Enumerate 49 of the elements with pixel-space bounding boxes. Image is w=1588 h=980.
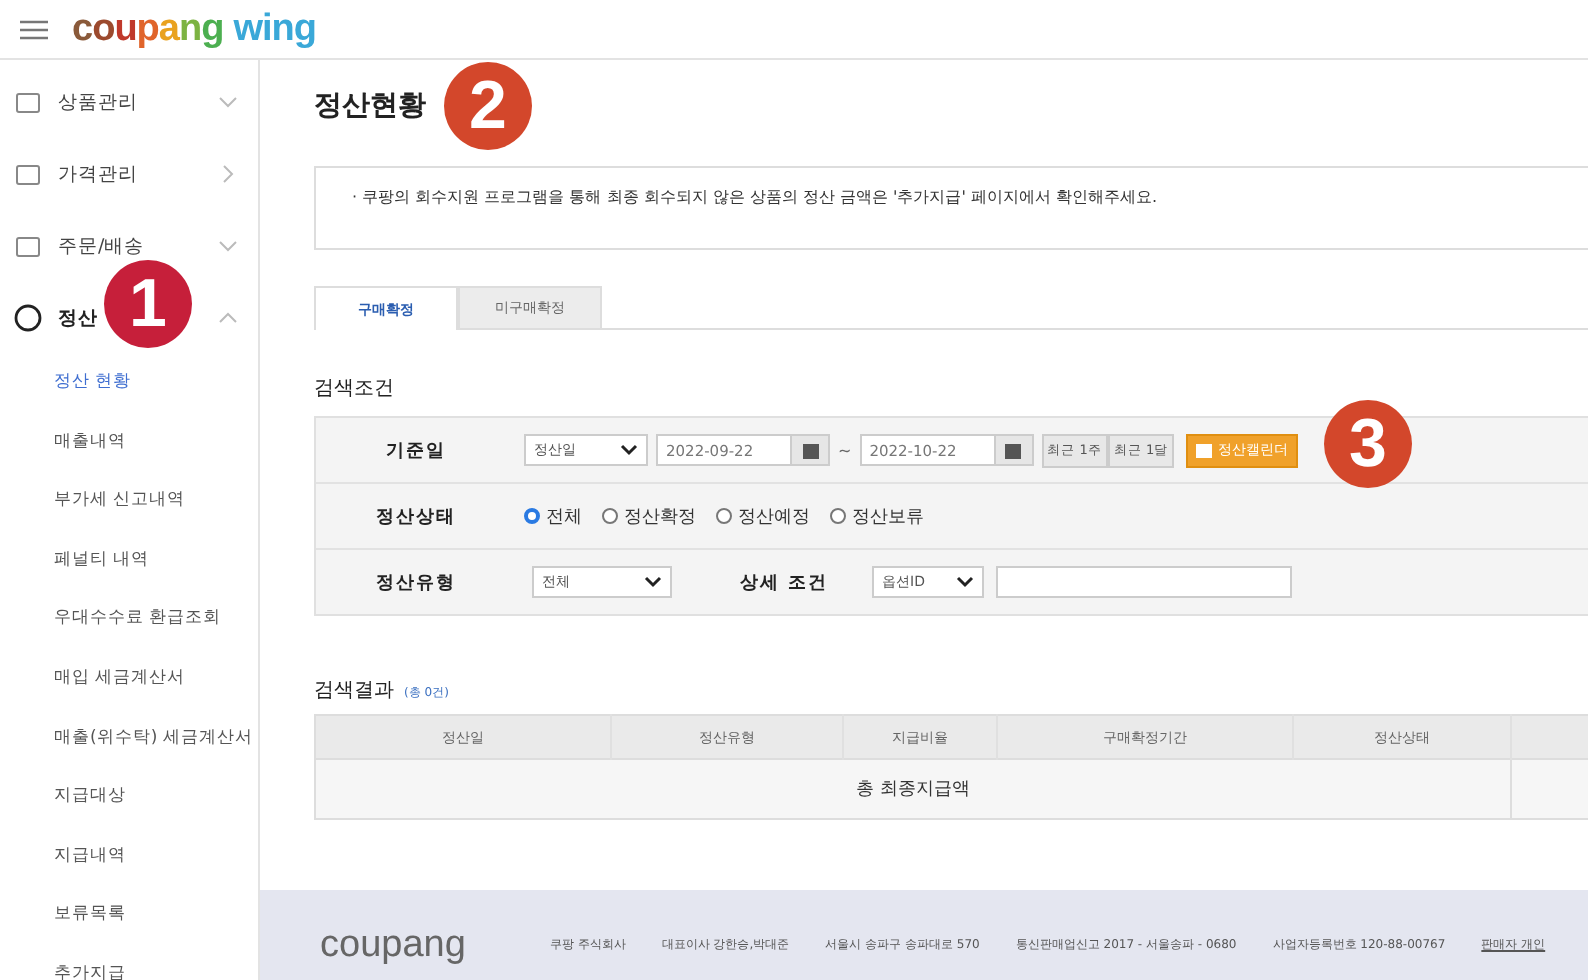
calendar-icon <box>1196 442 1213 458</box>
field-label: 정산상태 <box>374 505 458 529</box>
chevron-icon <box>218 164 238 184</box>
sidebar-subitem[interactable]: 지급대상 <box>0 768 254 828</box>
radio-option[interactable]: 정산예정 <box>716 503 810 529</box>
menu-item-icon <box>14 88 42 116</box>
sidebar-subitem[interactable]: 매출내역 <box>0 413 254 473</box>
footer-logo: coupang <box>320 923 466 967</box>
sidebar-subitem[interactable]: 정산 현황 <box>0 354 254 414</box>
step-marker: 1 <box>104 260 192 348</box>
field-label: 정산유형 <box>374 571 458 595</box>
sidebar-subitem[interactable]: 지급내역 <box>0 827 254 887</box>
caret-icon <box>620 444 638 456</box>
caret-icon <box>644 576 662 588</box>
sidebar-item[interactable]: 정산 <box>58 307 98 329</box>
section-title: 검색결과 <box>314 678 394 704</box>
sidebar-subitem[interactable]: 매입 세금계산서 <box>0 649 254 710</box>
caret-icon <box>956 576 974 588</box>
radio-option[interactable]: 전체 <box>524 503 582 529</box>
logo[interactable]: coupang wing <box>72 7 316 51</box>
page-title: 정산현황 <box>314 88 426 124</box>
menu-icon[interactable] <box>20 19 48 39</box>
chevron-icon <box>218 236 238 256</box>
sidebar-subitem[interactable]: 페널티 내역 <box>0 531 254 591</box>
sidebar-subitem[interactable]: 매출(위수탁) 세금계산서 <box>0 709 254 769</box>
range-separator: ~ <box>838 441 852 459</box>
sidebar-subitem[interactable]: 부가세 신고내역 <box>0 472 254 532</box>
input-field[interactable] <box>996 566 1292 598</box>
menu-item-icon <box>14 304 42 332</box>
sidebar-item[interactable]: 상품관리 <box>58 91 138 113</box>
sidebar-item[interactable]: 가격관리 <box>58 163 138 185</box>
sidebar-subitem[interactable]: 보류목록 <box>0 886 254 946</box>
calendar-icon <box>1004 441 1023 459</box>
menu-item-icon <box>14 160 42 188</box>
total-label: 총 최종지급액 <box>315 759 1511 819</box>
calendar-icon <box>801 441 819 459</box>
step-marker: 2 <box>444 62 532 150</box>
radio-option[interactable]: 정산보류 <box>830 503 924 529</box>
field-label: 상세 조건 <box>740 571 831 595</box>
chevron-icon <box>218 92 238 112</box>
chevron-icon <box>218 308 238 328</box>
field-label: 기준일 <box>384 439 448 463</box>
sidebar-subitem[interactable]: 우대수수료 환급조회 <box>0 590 254 650</box>
radio-option[interactable]: 정산확정 <box>602 503 696 529</box>
sidebar-item[interactable]: 주문/배송 <box>58 235 145 257</box>
menu-item-icon <box>14 232 42 260</box>
notice-text: · 쿠팡의 회수지원 프로그램을 통해 최종 회수되지 않은 상품의 정산 금액은 '추가지급' 페이지에서 확인해주세요. <box>352 188 1158 206</box>
section-title: 검색조건 <box>314 376 396 402</box>
sidebar-subitem[interactable]: 추가지급 <box>0 945 254 980</box>
